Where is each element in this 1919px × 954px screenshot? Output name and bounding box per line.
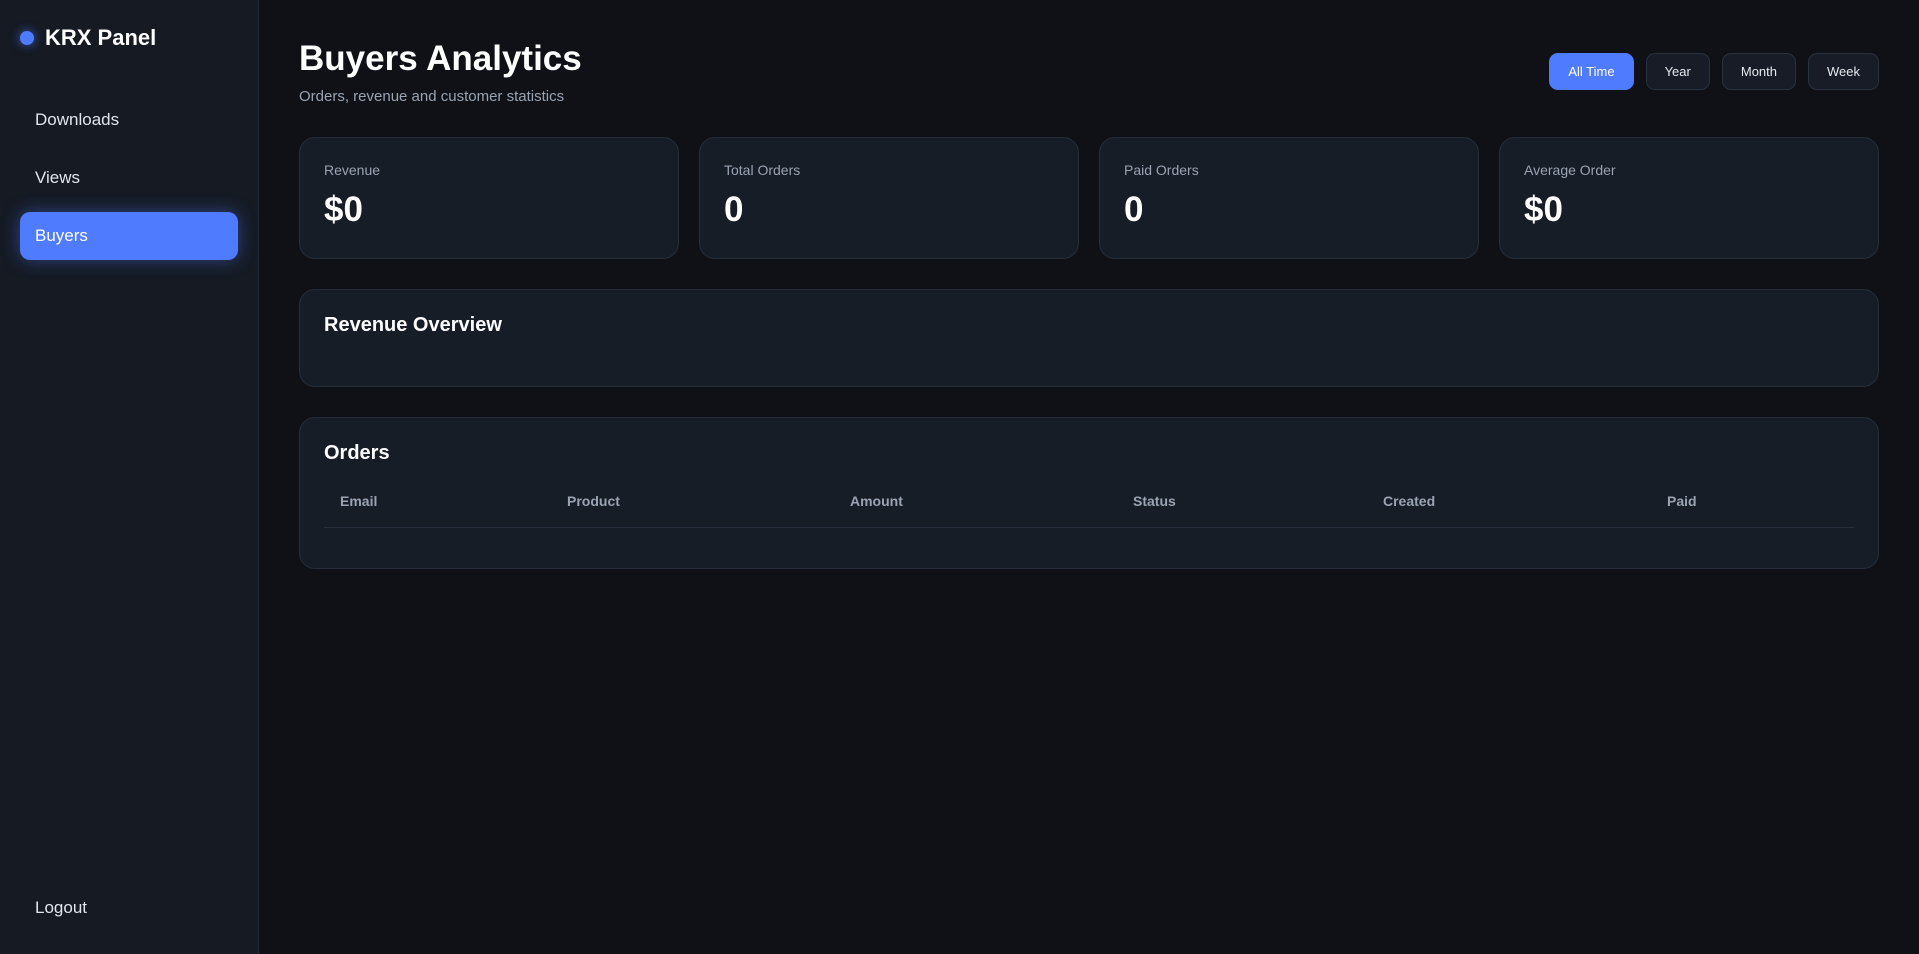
sidebar: KRX Panel Downloads Views Buyers Logout xyxy=(0,0,259,954)
column-header-amount[interactable]: Amount xyxy=(834,493,1117,528)
stats-row: Revenue $0 Total Orders 0 Paid Orders 0 … xyxy=(299,137,1879,259)
period-week-button[interactable]: Week xyxy=(1808,53,1879,90)
stat-label: Average Order xyxy=(1524,162,1616,178)
column-header-created[interactable]: Created xyxy=(1367,493,1651,528)
sidebar-nav: Downloads Views Buyers xyxy=(20,96,238,260)
brand: KRX Panel xyxy=(20,0,238,76)
stat-label: Paid Orders xyxy=(1124,162,1199,178)
column-header-email[interactable]: Email xyxy=(324,493,551,528)
stat-label: Total Orders xyxy=(724,162,801,178)
page-header: Buyers Analytics Orders, revenue and cus… xyxy=(299,0,1879,137)
period-filter: All Time Year Month Week xyxy=(1549,53,1879,90)
column-header-product[interactable]: Product xyxy=(551,493,834,528)
revenue-overview-title: Revenue Overview xyxy=(324,314,502,336)
app-root: KRX Panel Downloads Views Buyers Logout … xyxy=(0,0,1919,954)
stat-value: $0 xyxy=(1524,190,1563,229)
orders-table: Email Product Amount Status Created Paid xyxy=(324,493,1854,528)
orders-table-header-row: Email Product Amount Status Created Paid xyxy=(324,493,1854,528)
column-header-paid[interactable]: Paid xyxy=(1651,493,1854,528)
period-all-time-button[interactable]: All Time xyxy=(1549,53,1634,90)
orders-title: Orders xyxy=(324,442,390,464)
column-header-status[interactable]: Status xyxy=(1117,493,1367,528)
period-month-button[interactable]: Month xyxy=(1721,53,1796,90)
stat-value: 0 xyxy=(1124,190,1144,229)
revenue-overview-panel: Revenue Overview xyxy=(299,289,1879,387)
brand-dot-icon xyxy=(20,31,34,45)
page-subtitle: Orders, revenue and customer statistics xyxy=(299,88,565,105)
brand-name: KRX Panel xyxy=(45,25,157,50)
stat-card-revenue: Revenue $0 xyxy=(299,137,679,259)
orders-panel: Orders Email Product Amount Status Creat… xyxy=(299,417,1879,569)
stat-card-average-order: Average Order $0 xyxy=(1499,137,1879,259)
sidebar-item-buyers[interactable]: Buyers xyxy=(20,212,238,260)
stat-card-total-orders: Total Orders 0 xyxy=(699,137,1079,259)
title-block: Buyers Analytics Orders, revenue and cus… xyxy=(299,39,582,105)
sidebar-item-downloads[interactable]: Downloads xyxy=(20,96,238,144)
page-title: Buyers Analytics xyxy=(299,39,582,78)
main-content: Buyers Analytics Orders, revenue and cus… xyxy=(259,0,1919,954)
stat-label: Revenue xyxy=(324,162,381,178)
stat-card-paid-orders: Paid Orders 0 xyxy=(1099,137,1479,259)
period-year-button[interactable]: Year xyxy=(1645,53,1710,90)
logout-button[interactable]: Logout xyxy=(35,898,87,918)
stat-value: $0 xyxy=(324,190,363,229)
stat-value: 0 xyxy=(724,190,744,229)
sidebar-item-views[interactable]: Views xyxy=(20,154,238,202)
